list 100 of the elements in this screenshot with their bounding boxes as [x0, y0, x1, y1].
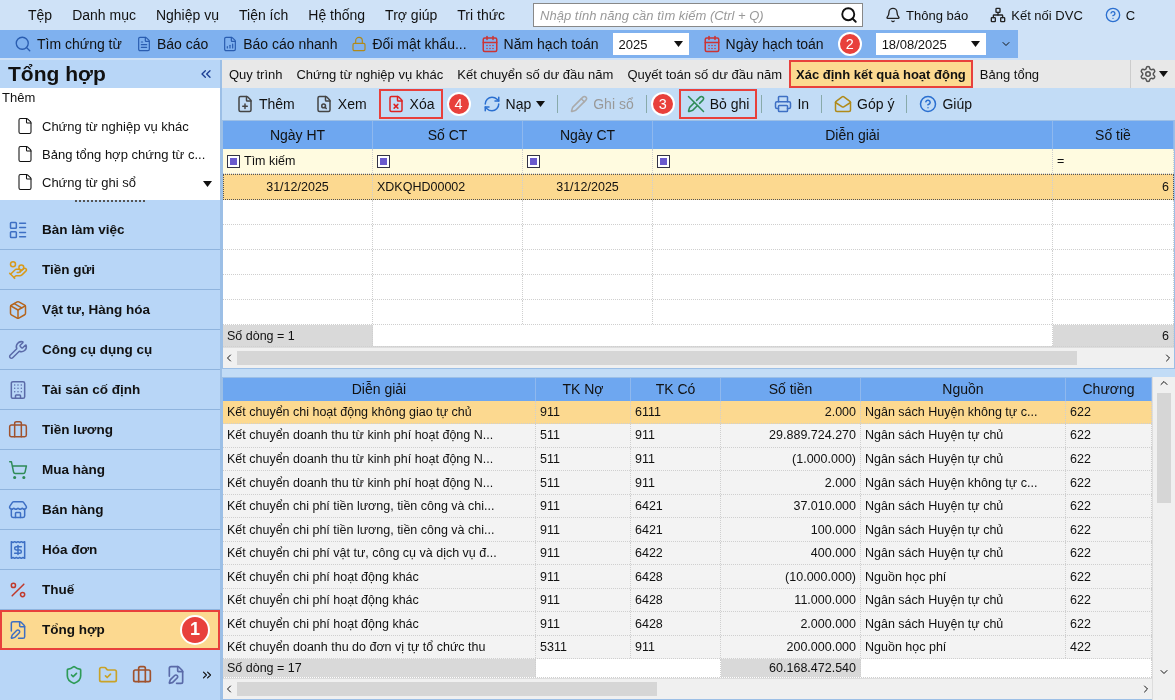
table-cell: 6111	[635, 404, 661, 419]
filter-icon[interactable]	[657, 154, 670, 168]
table-cell: Kết chuyển chi phí hoạt động khác	[227, 593, 419, 608]
store-icon	[8, 499, 28, 520]
caret-icon[interactable]	[673, 41, 683, 47]
search-icon[interactable]	[840, 6, 859, 24]
nav-label: Tổng hợp	[42, 622, 105, 637]
table-cell: 622	[1070, 404, 1091, 419]
tab[interactable]: Xác định kết quả hoạt động	[789, 60, 973, 88]
table-row[interactable]: Kết chuyển chi phí hoạt động khác 911 6428 (10.000.000) Nguồn học phí 622	[223, 565, 1152, 589]
table-row[interactable]: Kết chuyển chi phí hoạt động khác 911 6428 2.000.000 Ngân sách Huyện tự chủ 622	[223, 612, 1152, 636]
menu-item[interactable]: Tri thức	[447, 7, 516, 23]
help-icon[interactable]	[1104, 7, 1121, 23]
network-icon[interactable]	[990, 7, 1007, 23]
column-header[interactable]: TK Có	[631, 378, 721, 401]
toolbar-button[interactable]: Đổi mật khẩu...	[372, 36, 467, 52]
tab[interactable]: Kết chuyển số dư đầu năm	[450, 60, 621, 88]
callout-badge: 4	[446, 92, 471, 116]
more-icon[interactable]	[200, 668, 214, 682]
table-row[interactable]: Kết chuyển chi phí vật tư, công cụ và dịch vụ đ... 911 6422 400.000 Ngân sách Huyện tự chủ 622	[223, 541, 1152, 566]
table-row[interactable]: Kết chuyển doanh thu từ kinh phí hoạt động N... 511 911 29.889.724.270 Ngân sách Huyện tự chủ 622	[223, 424, 1152, 448]
toolbar-button[interactable]: Báo cáo nhanh	[243, 36, 338, 52]
table-row[interactable]: 31/12/2025 XDKQHD00002 31/12/2025 6	[223, 174, 1174, 200]
scrollbar-thumb[interactable]	[1157, 393, 1171, 503]
shield-icon[interactable]	[64, 665, 84, 685]
menu-item[interactable]: Tệp	[18, 7, 63, 23]
action-button[interactable]: In	[766, 89, 818, 119]
action-button[interactable]: Bỏ ghi	[678, 89, 758, 119]
action-button[interactable]: Giúp	[911, 89, 980, 119]
caret-icon[interactable]	[970, 41, 980, 47]
filter-icon[interactable]	[527, 154, 540, 168]
menu-item[interactable]: Hệ thống	[298, 7, 376, 23]
filter-icon[interactable]	[227, 154, 240, 168]
table-cell: 6	[1162, 179, 1169, 194]
table-cell: Nguồn học phí	[865, 569, 947, 584]
column-header[interactable]: Số tiền	[721, 378, 861, 401]
table-row[interactable]: Kết chuyển chi phí tiền lương, tiền công và chi... 911 6421 100.000 Ngân sách Huyện tự chủ 622	[223, 518, 1152, 542]
briefcase-icon[interactable]	[132, 665, 152, 685]
nav-label: Bán hàng	[42, 502, 104, 517]
nav-item[interactable]: Tổng hợp 1	[0, 610, 220, 650]
nav-label: Mua hàng	[42, 462, 105, 477]
menu-item[interactable]: Tiện ích	[229, 7, 299, 23]
menu-item[interactable]: Trợ giúp	[375, 7, 448, 23]
menu-link[interactable]: Kết nối DVC	[1011, 7, 1083, 23]
menu-item[interactable]: Nghiệp vụ	[145, 7, 229, 23]
caret-icon[interactable]	[1158, 71, 1168, 77]
table-row[interactable]: Kết chuyển chi phí hoạt động khác 911 6428 11.000.000 Ngân sách Huyện tự chủ 622	[223, 588, 1152, 613]
scrollbar-thumb[interactable]	[237, 351, 1077, 365]
column-header[interactable]: TK Nợ	[536, 378, 631, 401]
filter-icon[interactable]	[377, 154, 390, 168]
table-row[interactable]: Kết chuyển doanh thu do đơn vị tự tổ chức thu 5311 911 200.000.000 Nguồn học phí 422	[223, 635, 1152, 660]
tab[interactable]: Bảng tổng	[972, 60, 1047, 88]
document-edit-icon[interactable]	[166, 665, 186, 685]
tab[interactable]: Chứng từ nghiệp vụ khác	[289, 60, 451, 88]
scrollbar-thumb[interactable]	[237, 682, 657, 697]
bell-icon[interactable]	[885, 7, 902, 23]
action-button[interactable]: Nạp	[474, 89, 554, 119]
table-cell: 11.000.000	[794, 593, 856, 608]
toolbar-button[interactable]: Báo cáo	[156, 36, 209, 52]
table-cell: Ngân sách Huyện tự chủ	[865, 499, 1004, 514]
action-button[interactable]: Thêm	[228, 89, 303, 119]
tab[interactable]: Quy trình	[222, 60, 290, 88]
quick-link[interactable]: Bảng tổng hợp chứng từ c...	[42, 146, 206, 162]
table-cell: 400.000	[810, 546, 856, 561]
toolbar-button[interactable]: Tìm chứng từ	[37, 36, 122, 52]
table-row[interactable]: Kết chuyển doanh thu từ kinh phí hoạt động N... 511 911 2.000 Ngân sách Huyện không tự c... 622	[223, 471, 1152, 495]
menu-item[interactable]: Danh mục	[62, 7, 146, 23]
caret-icon[interactable]	[203, 181, 212, 187]
filter-operator[interactable]: =	[1057, 154, 1065, 168]
caret-icon[interactable]	[536, 101, 546, 107]
quick-link[interactable]: Chứng từ ghi sổ	[42, 174, 136, 190]
section-label: Thêm	[1, 90, 37, 107]
table-cell: 622	[1070, 522, 1091, 537]
column-header[interactable]: Diễn giải	[223, 378, 536, 401]
quick-link[interactable]: Chứng từ nghiệp vụ khác	[42, 118, 189, 134]
calendar-icon	[702, 35, 721, 53]
filter-text[interactable]: Tìm kiếm	[244, 154, 296, 168]
table-cell: Ngân sách Huyện không tự c...	[865, 404, 1038, 419]
action-button[interactable]: Góp ý	[826, 89, 903, 119]
table-row[interactable]: Kết chuyển chi phí tiền lương, tiền công và chi... 911 6421 37.010.000 Ngân sách Huyện tự chủ 622	[223, 494, 1152, 519]
menu-link[interactable]: C	[1125, 7, 1136, 23]
date-dropdown[interactable]: 18/08/2025	[875, 33, 986, 55]
menu-link[interactable]: Thông báo	[906, 7, 969, 23]
nav-label: Bàn làm việc	[42, 222, 125, 237]
table-cell: 911	[540, 569, 560, 584]
action-button[interactable]: Xem	[306, 89, 375, 119]
table-row[interactable]: Kết chuyển doanh thu từ kinh phí hoạt động N... 511 911 (1.000.000) Ngân sách Huyện tự chủ 622	[223, 447, 1152, 472]
table-cell: 6428	[635, 593, 663, 608]
table-row[interactable]: Kết chuyển chi hoạt động không giao tự chủ 911 6111 2.000 Ngân sách Huyện không tự c... 622	[223, 400, 1152, 425]
search-field[interactable]: Nhập tính năng cần tìm kiếm (Ctrl + Q)	[533, 3, 864, 27]
action-button[interactable]: Xóa	[378, 89, 443, 119]
column-header[interactable]: Nguồn	[861, 378, 1066, 401]
table-cell: Nguồn học phí	[865, 640, 947, 655]
year-dropdown[interactable]: 2025	[612, 33, 689, 55]
layout-icon	[8, 219, 28, 240]
building-icon	[8, 379, 28, 400]
settings-icon[interactable]	[1138, 65, 1157, 83]
tab[interactable]: Quyết toán số dư đầu năm	[620, 60, 790, 88]
table-cell: Ngân sách Huyện tự chủ	[865, 452, 1004, 466]
nav-label: Tiền lương	[42, 422, 113, 437]
